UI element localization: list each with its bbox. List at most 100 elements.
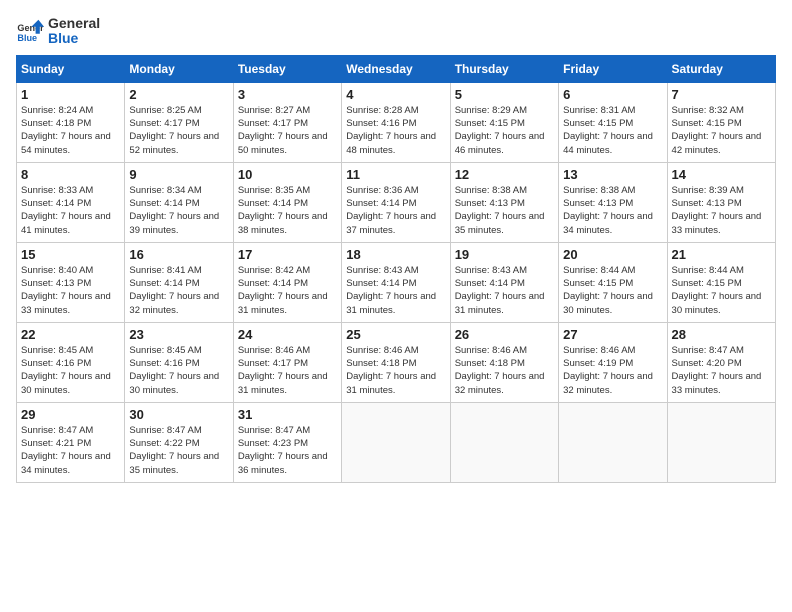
- day-info: Sunrise: 8:28 AMSunset: 4:16 PMDaylight:…: [346, 104, 445, 157]
- day-number: 27: [563, 327, 662, 342]
- day-number: 5: [455, 87, 554, 102]
- day-number: 19: [455, 247, 554, 262]
- day-number: 15: [21, 247, 120, 262]
- col-header-tuesday: Tuesday: [233, 55, 341, 82]
- day-number: 20: [563, 247, 662, 262]
- col-header-monday: Monday: [125, 55, 233, 82]
- day-number: 16: [129, 247, 228, 262]
- day-cell: 21Sunrise: 8:44 AMSunset: 4:15 PMDayligh…: [667, 242, 775, 322]
- day-number: 10: [238, 167, 337, 182]
- day-cell: 13 Sunrise: 8:38 AMSunset: 4:13 PMDayligh…: [559, 162, 667, 242]
- week-row-2: 8 Sunrise: 8:33 AMSunset: 4:14 PMDaylight…: [17, 162, 776, 242]
- week-row-1: 1 Sunrise: 8:24 AMSunset: 4:18 PMDaylight…: [17, 82, 776, 162]
- day-number: 25: [346, 327, 445, 342]
- day-info: Sunrise: 8:46 AMSunset: 4:18 PMDaylight:…: [346, 344, 445, 397]
- day-cell: 17 Sunrise: 8:42 AMSunset: 4:14 PMDayligh…: [233, 242, 341, 322]
- day-info: Sunrise: 8:38 AMSunset: 4:13 PMDaylight:…: [455, 184, 554, 237]
- day-info: Sunrise: 8:40 AMSunset: 4:13 PMDaylight:…: [21, 264, 120, 317]
- day-info: Sunrise: 8:25 AMSunset: 4:17 PMDaylight:…: [129, 104, 228, 157]
- day-cell: 25 Sunrise: 8:46 AMSunset: 4:18 PMDayligh…: [342, 322, 450, 402]
- day-number: 29: [21, 407, 120, 422]
- col-header-friday: Friday: [559, 55, 667, 82]
- day-info: Sunrise: 8:32 AMSunset: 4:15 PMDaylight:…: [672, 104, 771, 157]
- header: General Blue General Blue: [16, 16, 776, 47]
- day-info: Sunrise: 8:47 AMSunset: 4:20 PMDaylight:…: [672, 344, 771, 397]
- day-cell: 28 Sunrise: 8:47 AMSunset: 4:20 PMDayligh…: [667, 322, 775, 402]
- day-number: 23: [129, 327, 228, 342]
- week-row-5: 29 Sunrise: 8:47 AMSunset: 4:21 PMDayligh…: [17, 402, 776, 482]
- day-number: 13: [563, 167, 662, 182]
- day-info: Sunrise: 8:46 AMSunset: 4:18 PMDaylight:…: [455, 344, 554, 397]
- day-number: 26: [455, 327, 554, 342]
- day-cell: 15 Sunrise: 8:40 AMSunset: 4:13 PMDayligh…: [17, 242, 125, 322]
- day-cell: 3 Sunrise: 8:27 AMSunset: 4:17 PMDaylight…: [233, 82, 341, 162]
- week-row-4: 22 Sunrise: 8:45 AMSunset: 4:16 PMDayligh…: [17, 322, 776, 402]
- col-header-sunday: Sunday: [17, 55, 125, 82]
- day-info: Sunrise: 8:46 AMSunset: 4:17 PMDaylight:…: [238, 344, 337, 397]
- day-number: 3: [238, 87, 337, 102]
- day-number: 17: [238, 247, 337, 262]
- day-number: 31: [238, 407, 337, 422]
- header-row: SundayMondayTuesdayWednesdayThursdayFrid…: [17, 55, 776, 82]
- day-info: Sunrise: 8:39 AMSunset: 4:13 PMDaylight:…: [672, 184, 771, 237]
- day-info: Sunrise: 8:27 AMSunset: 4:17 PMDaylight:…: [238, 104, 337, 157]
- day-cell: 14 Sunrise: 8:39 AMSunset: 4:13 PMDayligh…: [667, 162, 775, 242]
- day-cell: [342, 402, 450, 482]
- col-header-wednesday: Wednesday: [342, 55, 450, 82]
- day-number: 28: [672, 327, 771, 342]
- day-cell: 29 Sunrise: 8:47 AMSunset: 4:21 PMDayligh…: [17, 402, 125, 482]
- day-cell: 12 Sunrise: 8:38 AMSunset: 4:13 PMDayligh…: [450, 162, 558, 242]
- logo-blue: Blue: [48, 31, 100, 46]
- day-info: Sunrise: 8:45 AMSunset: 4:16 PMDaylight:…: [21, 344, 120, 397]
- day-cell: 7 Sunrise: 8:32 AMSunset: 4:15 PMDaylight…: [667, 82, 775, 162]
- day-info: Sunrise: 8:47 AMSunset: 4:21 PMDaylight:…: [21, 424, 120, 477]
- col-header-saturday: Saturday: [667, 55, 775, 82]
- day-cell: 18 Sunrise: 8:43 AMSunset: 4:14 PMDayligh…: [342, 242, 450, 322]
- day-cell: [450, 402, 558, 482]
- day-number: 12: [455, 167, 554, 182]
- col-header-thursday: Thursday: [450, 55, 558, 82]
- day-info: Sunrise: 8:47 AMSunset: 4:23 PMDaylight:…: [238, 424, 337, 477]
- svg-text:Blue: Blue: [17, 33, 37, 43]
- day-cell: 8 Sunrise: 8:33 AMSunset: 4:14 PMDaylight…: [17, 162, 125, 242]
- day-cell: 1 Sunrise: 8:24 AMSunset: 4:18 PMDaylight…: [17, 82, 125, 162]
- day-number: 8: [21, 167, 120, 182]
- day-cell: [667, 402, 775, 482]
- day-number: 6: [563, 87, 662, 102]
- day-info: Sunrise: 8:38 AMSunset: 4:13 PMDaylight:…: [563, 184, 662, 237]
- calendar-table: SundayMondayTuesdayWednesdayThursdayFrid…: [16, 55, 776, 483]
- day-number: 2: [129, 87, 228, 102]
- day-cell: 5Sunrise: 8:29 AMSunset: 4:15 PMDaylight…: [450, 82, 558, 162]
- day-cell: 30 Sunrise: 8:47 AMSunset: 4:22 PMDayligh…: [125, 402, 233, 482]
- day-cell: 24 Sunrise: 8:46 AMSunset: 4:17 PMDayligh…: [233, 322, 341, 402]
- logo-general: General: [48, 16, 100, 31]
- day-cell: 20 Sunrise: 8:44 AMSunset: 4:15 PMDayligh…: [559, 242, 667, 322]
- day-info: Sunrise: 8:35 AMSunset: 4:14 PMDaylight:…: [238, 184, 337, 237]
- day-info: Sunrise: 8:33 AMSunset: 4:14 PMDaylight:…: [21, 184, 120, 237]
- day-info: Sunrise: 8:47 AMSunset: 4:22 PMDaylight:…: [129, 424, 228, 477]
- day-number: 24: [238, 327, 337, 342]
- day-info: Sunrise: 8:43 AMSunset: 4:14 PMDaylight:…: [346, 264, 445, 317]
- day-number: 7: [672, 87, 771, 102]
- day-cell: 10 Sunrise: 8:35 AMSunset: 4:14 PMDayligh…: [233, 162, 341, 242]
- day-info: Sunrise: 8:34 AMSunset: 4:14 PMDaylight:…: [129, 184, 228, 237]
- day-cell: [559, 402, 667, 482]
- day-info: Sunrise: 8:41 AMSunset: 4:14 PMDaylight:…: [129, 264, 228, 317]
- day-cell: 19 Sunrise: 8:43 AMSunset: 4:14 PMDayligh…: [450, 242, 558, 322]
- day-info: Sunrise: 8:44 AMSunset: 4:15 PMDaylight:…: [563, 264, 662, 317]
- day-info: Sunrise: 8:42 AMSunset: 4:14 PMDaylight:…: [238, 264, 337, 317]
- day-cell: 27Sunrise: 8:46 AMSunset: 4:19 PMDayligh…: [559, 322, 667, 402]
- day-number: 22: [21, 327, 120, 342]
- day-cell: 4Sunrise: 8:28 AMSunset: 4:16 PMDaylight…: [342, 82, 450, 162]
- day-info: Sunrise: 8:44 AMSunset: 4:15 PMDaylight:…: [672, 264, 771, 317]
- day-cell: 9 Sunrise: 8:34 AMSunset: 4:14 PMDaylight…: [125, 162, 233, 242]
- day-number: 30: [129, 407, 228, 422]
- day-info: Sunrise: 8:24 AMSunset: 4:18 PMDaylight:…: [21, 104, 120, 157]
- day-cell: 26 Sunrise: 8:46 AMSunset: 4:18 PMDayligh…: [450, 322, 558, 402]
- day-number: 1: [21, 87, 120, 102]
- day-number: 9: [129, 167, 228, 182]
- day-number: 14: [672, 167, 771, 182]
- day-number: 11: [346, 167, 445, 182]
- day-number: 18: [346, 247, 445, 262]
- day-info: Sunrise: 8:43 AMSunset: 4:14 PMDaylight:…: [455, 264, 554, 317]
